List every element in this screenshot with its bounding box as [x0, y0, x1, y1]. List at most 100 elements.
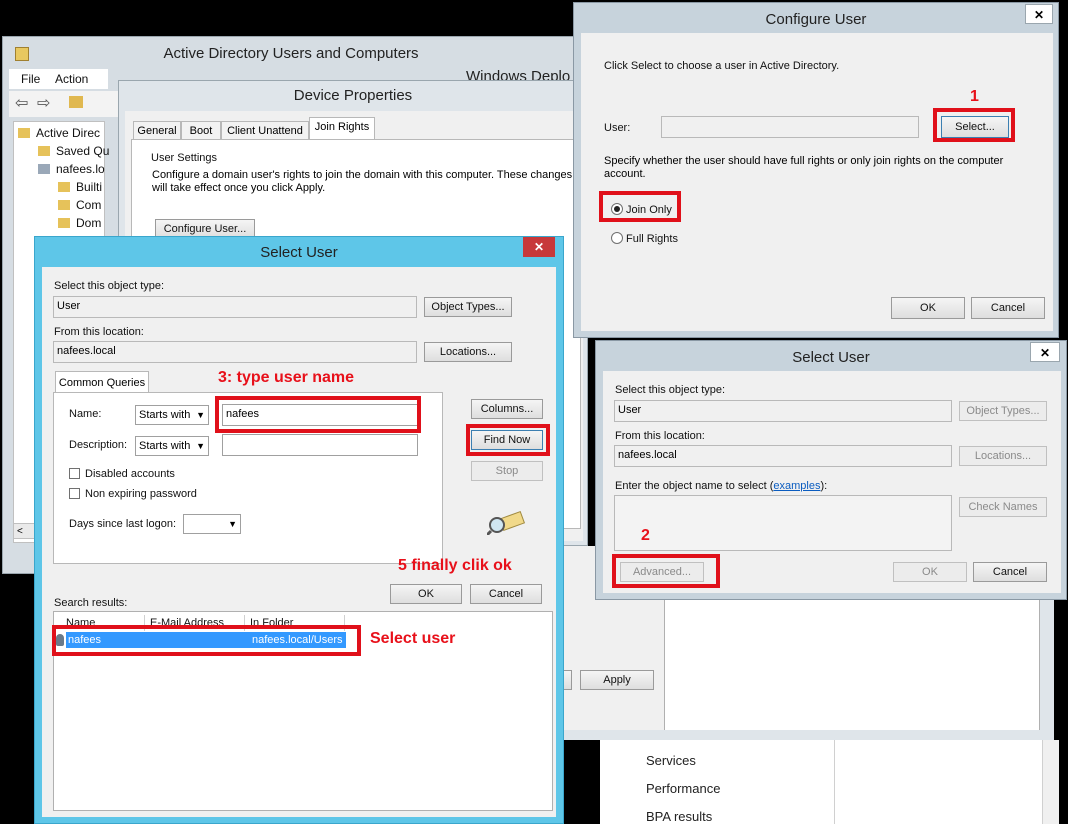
- adv-object-types-button[interactable]: Object Types...: [959, 401, 1047, 421]
- description-input[interactable]: [222, 434, 418, 456]
- check-names-button[interactable]: Check Names: [959, 497, 1047, 517]
- close-icon[interactable]: ✕: [1030, 342, 1060, 362]
- configure-user-instruction: Click Select to choose a user in Active …: [604, 60, 840, 72]
- tree-domain[interactable]: nafees.lo: [56, 162, 105, 176]
- object-type-field: User: [53, 296, 417, 318]
- tab-client-unattend[interactable]: Client Unattend: [221, 121, 309, 139]
- annotation-step-3: 3: type user name: [218, 369, 355, 386]
- disabled-accounts-checkbox[interactable]: [69, 468, 80, 479]
- tree-saved-queries[interactable]: Saved Qu: [56, 144, 109, 158]
- user-field[interactable]: [661, 116, 919, 138]
- back-arrow-icon[interactable]: ⇦: [15, 93, 28, 113]
- select-user-main-window: Select User ✕ Select this object type: U…: [34, 236, 564, 824]
- name-mode-select[interactable]: Starts with ▼: [135, 405, 209, 425]
- tab-boot[interactable]: Boot: [181, 121, 221, 139]
- folder-up-icon[interactable]: [69, 96, 83, 108]
- highlight-name-input: [215, 396, 421, 433]
- sm-services[interactable]: Services: [646, 753, 696, 768]
- columns-button[interactable]: Columns...: [471, 399, 543, 419]
- non-expiring-password-label[interactable]: Non expiring password: [85, 488, 197, 500]
- close-icon[interactable]: ✕: [523, 237, 555, 257]
- search-results-label: Search results:: [54, 597, 128, 609]
- location-field: nafees.local: [53, 341, 417, 363]
- wds-frame-bottom: [556, 730, 1054, 740]
- menu-action[interactable]: Action: [55, 72, 88, 86]
- configure-user-title: Configure User: [765, 11, 867, 28]
- configure-user-cancel-button[interactable]: Cancel: [971, 297, 1045, 319]
- annotation-step-2: 2: [641, 527, 650, 544]
- device-properties-title: Device Properties: [293, 87, 413, 104]
- server-manager-divider: [834, 740, 835, 824]
- search-magnifier-icon: [485, 509, 527, 537]
- forward-arrow-icon[interactable]: ⇨: [37, 93, 50, 113]
- full-rights-label[interactable]: Full Rights: [626, 233, 678, 245]
- tree-root[interactable]: Active Direc: [36, 126, 100, 140]
- ok-button[interactable]: OK: [390, 584, 462, 604]
- folder-icon: [38, 146, 50, 156]
- chevron-down-icon: ▼: [228, 519, 237, 529]
- chevron-down-icon: ▼: [196, 410, 205, 420]
- adv-ok-button[interactable]: OK: [893, 562, 967, 582]
- disabled-accounts-label[interactable]: Disabled accounts: [85, 468, 175, 480]
- non-expiring-password-checkbox[interactable]: [69, 488, 80, 499]
- description-mode-select[interactable]: Starts with ▼: [135, 436, 209, 456]
- adv-location-field: nafees.local: [614, 445, 952, 467]
- tree-computers[interactable]: Com: [76, 198, 101, 212]
- tree-domain-controllers[interactable]: Dom: [76, 216, 101, 230]
- adv-locations-button[interactable]: Locations...: [959, 446, 1047, 466]
- days-since-logon-select[interactable]: ▼: [183, 514, 241, 534]
- stop-button[interactable]: Stop: [471, 461, 543, 481]
- location-label: From this location:: [54, 326, 144, 338]
- annotation-select-user: Select user: [370, 630, 456, 647]
- days-since-logon-label: Days since last logon:: [69, 518, 176, 530]
- apply-button[interactable]: Apply: [580, 670, 654, 690]
- name-label: Name:: [69, 408, 102, 420]
- aduc-title: Active Directory Users and Computers: [163, 45, 419, 62]
- adv-enter-prefix: Enter the object name to select (: [615, 480, 774, 492]
- cancel-button[interactable]: Cancel: [470, 584, 542, 604]
- folder-icon: [58, 218, 70, 228]
- close-icon[interactable]: ✕: [1025, 4, 1053, 24]
- menu-file[interactable]: File: [21, 72, 40, 86]
- wds-frame-edge: [1040, 598, 1054, 738]
- folder-icon: [18, 128, 30, 138]
- user-settings-group-label: User Settings: [151, 152, 218, 164]
- highlight-join-only: [599, 191, 681, 222]
- tab-general[interactable]: General: [133, 121, 181, 139]
- select-user-advanced-title: Select User: [792, 349, 870, 366]
- description-mode-value: Starts with: [139, 440, 191, 452]
- highlight-find-now-button: [466, 424, 550, 456]
- configure-user-ok-button[interactable]: OK: [891, 297, 965, 319]
- object-types-button[interactable]: Object Types...: [424, 297, 512, 317]
- sm-performance[interactable]: Performance: [646, 781, 720, 796]
- chevron-down-icon: ▼: [196, 441, 205, 451]
- highlight-advanced-button: [612, 554, 720, 588]
- select-user-main-title: Select User: [260, 244, 338, 261]
- tab-common-queries[interactable]: Common Queries: [55, 371, 149, 393]
- examples-link[interactable]: examples: [773, 480, 820, 492]
- description-label: Description:: [69, 439, 128, 451]
- server-manager-scrollbar[interactable]: [1042, 740, 1059, 824]
- rights-description: Specify whether the user should have ful…: [604, 155, 1004, 180]
- adv-object-type-label: Select this object type:: [615, 384, 726, 396]
- tab-join-rights[interactable]: Join Rights: [309, 117, 375, 139]
- adv-cancel-button[interactable]: Cancel: [973, 562, 1047, 582]
- highlight-select-button: [933, 108, 1015, 142]
- full-rights-radio[interactable]: [611, 232, 623, 244]
- sm-bpa-results[interactable]: BPA results: [646, 809, 712, 824]
- name-mode-value: Starts with: [139, 409, 191, 421]
- folder-icon: [58, 200, 70, 210]
- adv-object-type-field: User: [614, 400, 952, 422]
- adv-object-name-input[interactable]: [614, 495, 952, 551]
- adv-enter-suffix: ):: [820, 480, 828, 492]
- locations-button[interactable]: Locations...: [424, 342, 512, 362]
- configure-user-window: Configure User ✕ Click Select to choose …: [573, 2, 1059, 338]
- adv-location-label: From this location:: [615, 430, 705, 442]
- adv-enter-name-label: Enter the object name to select (example…: [615, 480, 827, 492]
- tree-builtin[interactable]: Builti: [76, 180, 102, 194]
- server-manager-window: Services Performance BPA results: [600, 740, 1059, 824]
- wds-right-pane: [664, 598, 1040, 738]
- annotation-step-5: 5 finally clik ok: [398, 557, 512, 574]
- domain-icon: [38, 164, 50, 174]
- highlight-selected-user: [52, 625, 361, 656]
